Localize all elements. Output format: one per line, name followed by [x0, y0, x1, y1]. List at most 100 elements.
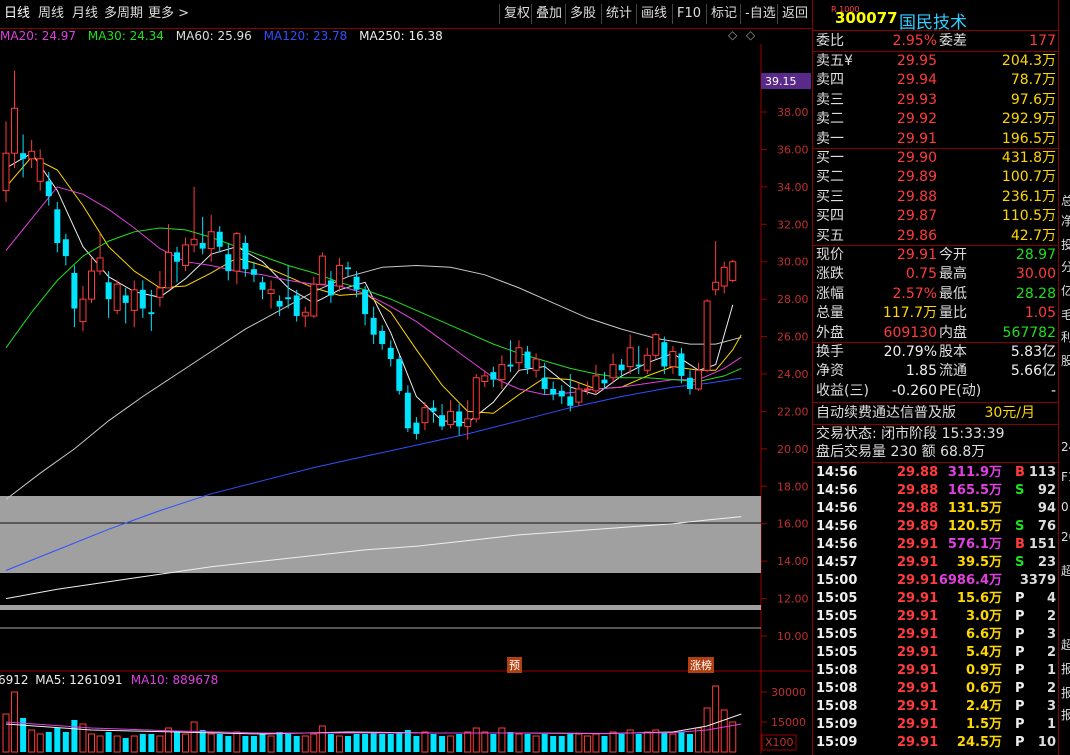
candle-body [54, 209, 61, 243]
edge-label: 利 [1061, 330, 1070, 344]
chip-band-thin [0, 605, 761, 610]
candle-body [370, 317, 377, 335]
bid-row: 买二 29.89 100.7万 [813, 168, 1059, 187]
bid-price: 29.88 [896, 188, 937, 205]
quote-row: 涨跌 0.75 最高 30.00 [813, 265, 1059, 284]
statistics-button[interactable]: 统计 [601, 4, 636, 24]
candle [532, 353, 540, 378]
tick-time: 15:05 [816, 645, 858, 660]
candle [456, 403, 463, 436]
promo-text[interactable]: 自动续费通达信普及版 [816, 404, 956, 423]
tick-volume: 3.0万 [965, 609, 1002, 624]
tab-more[interactable]: 更多 > [148, 5, 189, 23]
promo-price[interactable]: 30元/月 [984, 404, 1035, 423]
edge-label: 24 [1061, 440, 1070, 454]
restore-rights-button[interactable]: 复权 [499, 4, 534, 24]
volume-legend-item: MA5: 1261091 [35, 673, 123, 687]
candle [88, 257, 95, 303]
candle-body [575, 388, 583, 403]
volume-bar [439, 736, 446, 752]
candle [2, 121, 10, 202]
candle [182, 237, 190, 272]
volume-axis-label: 30000 [771, 686, 806, 699]
tick-price: 29.89 [897, 519, 939, 534]
tick-row: 15:08 29.91 2.4万 P 3 [813, 698, 1059, 716]
candle-body [618, 364, 625, 371]
draw-line-button[interactable]: 画线 [636, 4, 671, 24]
stats-row: 净资 1.85 流通 5.66亿 [813, 362, 1059, 381]
volume-legend-item: MA10: 889678 [131, 673, 219, 687]
after-hours-row: 盘后交易量 230 额 68.8万 [813, 443, 1059, 462]
stats-label: 净资 [816, 363, 844, 380]
stats-value: 5.66亿 [1010, 363, 1056, 380]
tick-count: 3379 [1019, 573, 1056, 588]
price-axis-label: 34.00 [777, 181, 809, 194]
candle-body [404, 392, 411, 429]
candle-body [71, 272, 78, 309]
tab-multi-period[interactable]: 多周期 [104, 5, 143, 23]
overlay-button[interactable]: 叠加 [531, 4, 566, 24]
candle [113, 280, 121, 315]
kline-chart[interactable]: 38.00 36.00 34.00 32.00 30.00 28.00 26.00 24.00… [0, 44, 812, 754]
volume-bar [575, 733, 583, 753]
volume-bar [524, 734, 531, 752]
volume-bar [105, 732, 112, 752]
tick-price: 29.91 [897, 573, 939, 588]
candle-body [490, 372, 497, 380]
candle-body [207, 231, 215, 250]
limit-marker[interactable]: 涨榜 [688, 657, 714, 673]
volume-bar [729, 721, 737, 753]
mark-button[interactable]: 标记 [706, 4, 741, 24]
bid-price: 29.90 [896, 150, 937, 166]
volume-bar [62, 732, 69, 752]
quote-value: 0.75 [905, 266, 937, 283]
multi-stock-button[interactable]: 多股 [565, 4, 600, 24]
f10-button[interactable]: F10 [672, 4, 705, 24]
bid-label: 买五 [816, 227, 844, 244]
edge-label: F1 [1061, 470, 1070, 484]
ask-volume: 292.9万 [1001, 111, 1056, 128]
candle-body [643, 354, 651, 371]
volume-bar [498, 727, 506, 753]
candle-body [20, 153, 27, 159]
price-axis-label: 24.00 [777, 368, 809, 381]
candle [233, 231, 241, 285]
stats-label: 收益(三) [816, 382, 869, 399]
volume-bar [379, 734, 386, 752]
candle [259, 276, 266, 300]
back-button[interactable]: 返回 [777, 4, 812, 24]
tick-flag: P [1015, 681, 1025, 696]
tick-count: 94 [1037, 501, 1056, 516]
candle-body [387, 347, 394, 360]
candle-body [301, 311, 309, 317]
candle [695, 362, 703, 391]
candle-body [532, 358, 540, 371]
pre-marker[interactable]: 预 [507, 657, 522, 673]
volume-bar [687, 734, 693, 752]
tab-daily[interactable]: 日线 [4, 5, 30, 23]
diamond-icon[interactable]: ◇ [746, 28, 755, 42]
edge-label: 报 [1061, 662, 1070, 676]
promo-row[interactable]: 自动续费通达信普及版 30元/月 [813, 404, 1059, 424]
candle-body [130, 289, 138, 311]
remove-favorite-button[interactable]: -自选 [740, 4, 780, 24]
quote-label: 涨幅 [816, 285, 844, 302]
ma20-label: MA20: 24.97 [0, 29, 77, 43]
quote-value: 1.05 [1024, 305, 1056, 322]
volume-bar [353, 734, 360, 752]
tick-flag: P [1015, 663, 1025, 678]
tick-count: 10 [1037, 735, 1056, 750]
tick-price: 29.91 [897, 627, 939, 642]
tab-monthly[interactable]: 月线 [72, 5, 98, 23]
bid-volume: 100.7万 [1001, 169, 1056, 186]
tab-weekly[interactable]: 周线 [38, 5, 64, 23]
candle-body [105, 282, 112, 300]
tick-price: 29.91 [897, 699, 939, 714]
edge-label: 净 [1061, 214, 1070, 228]
volume-bar [592, 733, 600, 753]
candle [703, 299, 711, 373]
bid-price: 29.86 [896, 227, 937, 244]
diamond-icon[interactable]: ◇ [728, 28, 737, 42]
bid-price: 29.89 [896, 169, 937, 186]
volume-unit-label: X100 [765, 736, 794, 749]
